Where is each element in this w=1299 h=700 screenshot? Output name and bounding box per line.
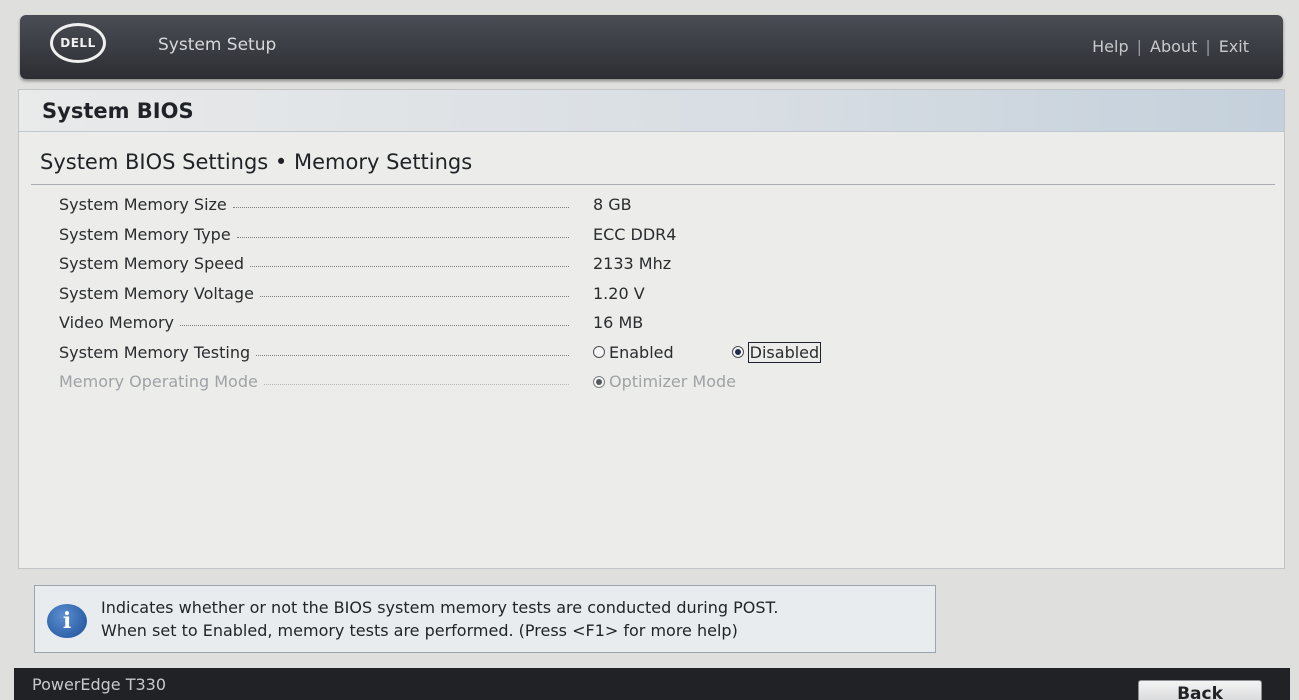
leader-dots — [259, 295, 569, 297]
leader-dots — [263, 384, 569, 386]
info-icon: i — [47, 604, 87, 638]
radio-label: Disabled — [747, 341, 822, 363]
header-links: Help | About | Exit — [1092, 37, 1249, 56]
radio-button-icon[interactable] — [593, 346, 605, 359]
settings-list: System Memory Size 8 GB System Memory Ty… — [59, 190, 859, 397]
setting-row-memory-voltage[interactable]: System Memory Voltage 1.20 V — [59, 279, 859, 309]
radio-option-enabled[interactable]: Enabled — [593, 343, 674, 362]
back-button[interactable]: Back — [1138, 680, 1262, 700]
leader-dots — [250, 266, 569, 268]
leader-dots — [236, 236, 569, 238]
dell-logo: DELL — [50, 23, 106, 63]
help-line: Indicates whether or not the BIOS system… — [101, 598, 779, 617]
setting-label: Memory Operating Mode — [59, 372, 258, 392]
setting-value: 8 GB — [593, 195, 632, 215]
setting-label: System Memory Speed — [59, 254, 245, 274]
radio-option-optimizer-mode: Optimizer Mode — [593, 372, 736, 391]
help-box: i Indicates whether or not the BIOS syst… — [34, 585, 936, 653]
setting-label: System Memory Voltage — [59, 283, 254, 303]
setting-row-memory-testing[interactable]: System Memory Testing Enabled Disabled — [59, 338, 859, 368]
leader-dots — [232, 207, 569, 209]
help-line: When set to Enabled, memory tests are pe… — [101, 621, 738, 640]
main-panel: System BIOS System BIOS Settings • Memor… — [18, 89, 1285, 569]
footer-bar: PowerEdge T330 Back — [14, 668, 1290, 700]
model-name: PowerEdge T330 — [32, 675, 167, 694]
link-separator: | — [1205, 37, 1211, 56]
setting-value: 1.20 V — [593, 283, 645, 303]
setting-label: Video Memory — [59, 313, 174, 333]
help-link[interactable]: Help — [1092, 37, 1128, 56]
page-title: System BIOS — [42, 99, 194, 123]
setting-value: 16 MB — [593, 313, 644, 333]
setting-row-memory-speed[interactable]: System Memory Speed 2133 Mhz — [59, 249, 859, 279]
app-title: System Setup — [158, 35, 277, 55]
help-text: Indicates whether or not the BIOS system… — [101, 596, 778, 642]
panel-header: System BIOS — [19, 90, 1284, 132]
setting-row-memory-type[interactable]: System Memory Type ECC DDR4 — [59, 220, 859, 250]
setting-row-memory-operating-mode: Memory Operating Mode Optimizer Mode — [59, 367, 859, 397]
bios-screen: DELL System Setup Help | About | Exit Sy… — [0, 0, 1299, 700]
radio-button-selected-icon[interactable] — [731, 346, 744, 359]
setting-row-memory-size[interactable]: System Memory Size 8 GB — [59, 190, 859, 220]
leader-dots — [179, 325, 569, 327]
radio-label: Optimizer Mode — [609, 372, 736, 392]
exit-link[interactable]: Exit — [1219, 37, 1249, 56]
section-divider — [31, 184, 1275, 185]
radio-button-selected-icon — [593, 375, 605, 388]
link-separator: | — [1136, 37, 1142, 56]
radio-label: Enabled — [609, 342, 674, 362]
setting-label: System Memory Testing — [59, 342, 251, 362]
setting-row-video-memory[interactable]: Video Memory 16 MB — [59, 308, 859, 338]
radio-option-disabled[interactable]: Disabled — [731, 341, 822, 363]
setting-value: 2133 Mhz — [593, 254, 672, 274]
setting-label: System Memory Type — [59, 224, 231, 244]
leader-dots — [256, 354, 569, 356]
header-bar: DELL System Setup Help | About | Exit — [20, 15, 1283, 79]
section-title: System BIOS Settings • Memory Settings — [40, 150, 473, 174]
setting-label: System Memory Size — [59, 195, 227, 215]
setting-value: ECC DDR4 — [593, 224, 677, 244]
about-link[interactable]: About — [1150, 37, 1197, 56]
